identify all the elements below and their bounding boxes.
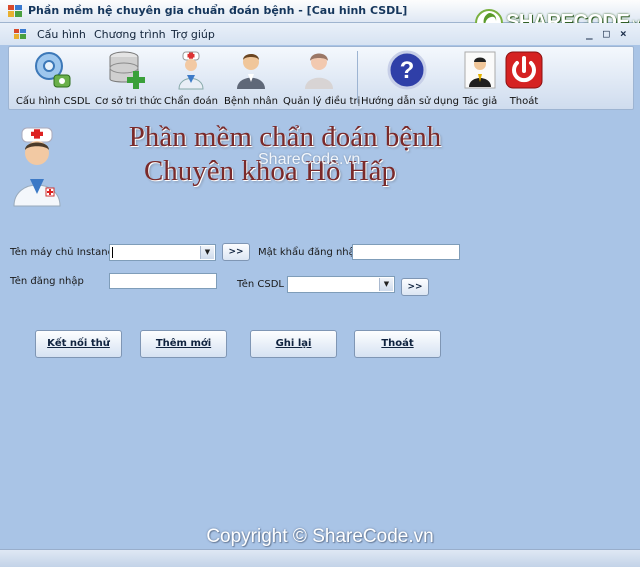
test-connection-button[interactable]: Kết nối thử [35, 330, 122, 358]
menu-bar: Cấu hình Chương trình Trợ giúp _ □ × [0, 23, 640, 45]
toolbar-label: Thoát [509, 96, 539, 107]
author-icon [464, 51, 496, 89]
nurse-icon [305, 53, 333, 89]
text-caret [112, 247, 113, 258]
window-title: Phần mềm hệ chuyên gia chuẩn đoán bệnh -… [28, 4, 408, 17]
mdi-restore-button[interactable]: □ [603, 27, 610, 40]
help-icon: ? [387, 50, 427, 90]
chevron-down-icon[interactable]: ▼ [200, 246, 214, 259]
power-icon [505, 51, 543, 89]
toolbar-chan-doan-button[interactable]: Chẩn đoán [163, 49, 219, 107]
toolbar-huong-dan-su-dung-button[interactable]: ? Hướng dẫn sử dụng [361, 49, 459, 107]
username-field[interactable] [109, 273, 217, 289]
toolbar-separator [357, 51, 358, 103]
menu-cau-hinh[interactable]: Cấu hình [37, 28, 86, 41]
browse-database-button[interactable]: >> [401, 278, 429, 296]
heading-line-1: Phần mềm chẩn đoán bệnh [128, 121, 442, 153]
database-add-icon [109, 51, 145, 89]
watermark-text: ShareCode.vn [258, 151, 361, 168]
toolbar-label: Bệnh nhân [223, 96, 278, 107]
password-label: Mật khẩu đăng nhập [258, 247, 362, 258]
toolbar-label: Chẩn đoán [164, 96, 218, 107]
mdi-child-icon[interactable] [14, 29, 26, 39]
app-icon [8, 5, 22, 17]
toolbar-cau-hinh-csdl-button[interactable]: Cấu hình CSDL [15, 49, 91, 107]
database-label: Tên CSDL [237, 279, 284, 290]
chevron-down-icon[interactable]: ▼ [379, 278, 393, 291]
toolbar-thoat-button[interactable]: Thoát [503, 49, 545, 107]
copyright-watermark: Copyright © ShareCode.vn [206, 526, 434, 547]
menu-chuong-trinh[interactable]: Chương trình [94, 28, 166, 41]
server-label: Tên máy chủ Instance [10, 247, 120, 258]
toolbar-label: Quản lý điều trị [283, 96, 361, 107]
mdi-minimize-button[interactable]: _ [586, 27, 593, 40]
toolbar-label: Cấu hình CSDL [15, 96, 91, 107]
browse-server-button[interactable]: >> [222, 243, 250, 261]
toolbar-tac-gia-button[interactable]: Tác giả [459, 49, 501, 107]
database-combobox[interactable]: ▼ [287, 276, 395, 293]
password-field[interactable] [352, 244, 460, 260]
status-bar [0, 549, 640, 567]
toolbar-co-so-tri-thuc-button[interactable]: Cơ sở tri thức [95, 49, 162, 107]
toolbar-label: Tác giả [462, 96, 498, 107]
add-new-button[interactable]: Thêm mới [140, 330, 227, 358]
server-combobox[interactable]: ▼ [109, 244, 216, 261]
toolbar-label: Cơ sở tri thức [95, 96, 162, 107]
doctor-icon [178, 51, 204, 90]
toolbar-label: Hướng dẫn sử dụng [361, 96, 459, 107]
svg-text:?: ? [400, 57, 415, 84]
toolbar: Cấu hình CSDL Cơ sở tri thức Chẩn đoán B… [8, 46, 634, 110]
database-config-icon [35, 52, 71, 88]
mdi-close-button[interactable]: × [620, 27, 627, 40]
patient-icon [237, 54, 265, 89]
save-button[interactable]: Ghi lại [250, 330, 337, 358]
menu-tro-giup[interactable]: Trợ giúp [171, 28, 215, 41]
username-label: Tên đăng nhập [10, 276, 84, 287]
toolbar-benh-nhan-button[interactable]: Bệnh nhân [223, 49, 279, 107]
toolbar-quan-ly-dieu-tri-button[interactable]: Quản lý điều trị [283, 49, 361, 107]
exit-button[interactable]: Thoát [354, 330, 441, 358]
